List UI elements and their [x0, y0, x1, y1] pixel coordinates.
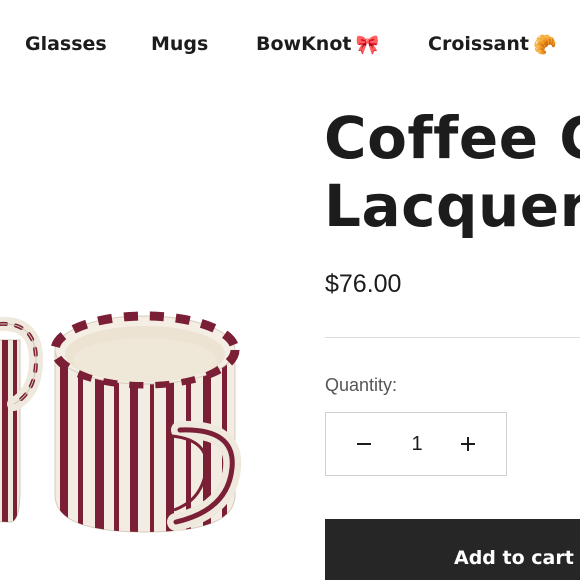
nav-item-label: Croissant — [428, 33, 529, 55]
product-title: Coffee C Lacquer — [324, 104, 580, 240]
nav-item-glasses[interactable]: Glasses — [25, 28, 107, 60]
nav-item-label: Glasses — [25, 33, 107, 55]
quantity-stepper — [325, 412, 507, 476]
divider — [325, 337, 580, 338]
quantity-label: Quantity: — [325, 375, 398, 395]
decrease-quantity-button[interactable] — [334, 413, 394, 475]
product-page: Glasses Mugs BowKnot 🎀 Croissant 🥐 Coffe… — [0, 0, 580, 580]
top-navigation: Glasses Mugs BowKnot 🎀 Croissant 🥐 — [0, 28, 580, 60]
add-to-cart-button[interactable]: Add to cart — [325, 519, 580, 580]
nav-item-label: BowKnot — [256, 33, 352, 55]
product-title-line-2: Lacquer — [324, 172, 580, 240]
croissant-emoji-icon: 🥐 — [532, 33, 557, 56]
product-image — [0, 300, 260, 550]
nav-item-croissant[interactable]: Croissant 🥐 — [428, 28, 557, 61]
nav-item-bowknot[interactable]: BowKnot 🎀 — [256, 28, 379, 61]
increase-quantity-button[interactable] — [438, 413, 498, 475]
nav-item-label: Mugs — [151, 33, 209, 55]
plus-icon — [461, 437, 475, 451]
product-title-line-1: Coffee C — [324, 104, 580, 172]
nav-item-mugs[interactable]: Mugs — [151, 28, 208, 60]
left-mug — [0, 316, 44, 523]
minus-icon — [357, 443, 371, 445]
product-price: $76.00 — [325, 270, 402, 298]
bow-emoji-icon: 🎀 — [355, 33, 380, 56]
striped-mug-image — [0, 311, 242, 533]
